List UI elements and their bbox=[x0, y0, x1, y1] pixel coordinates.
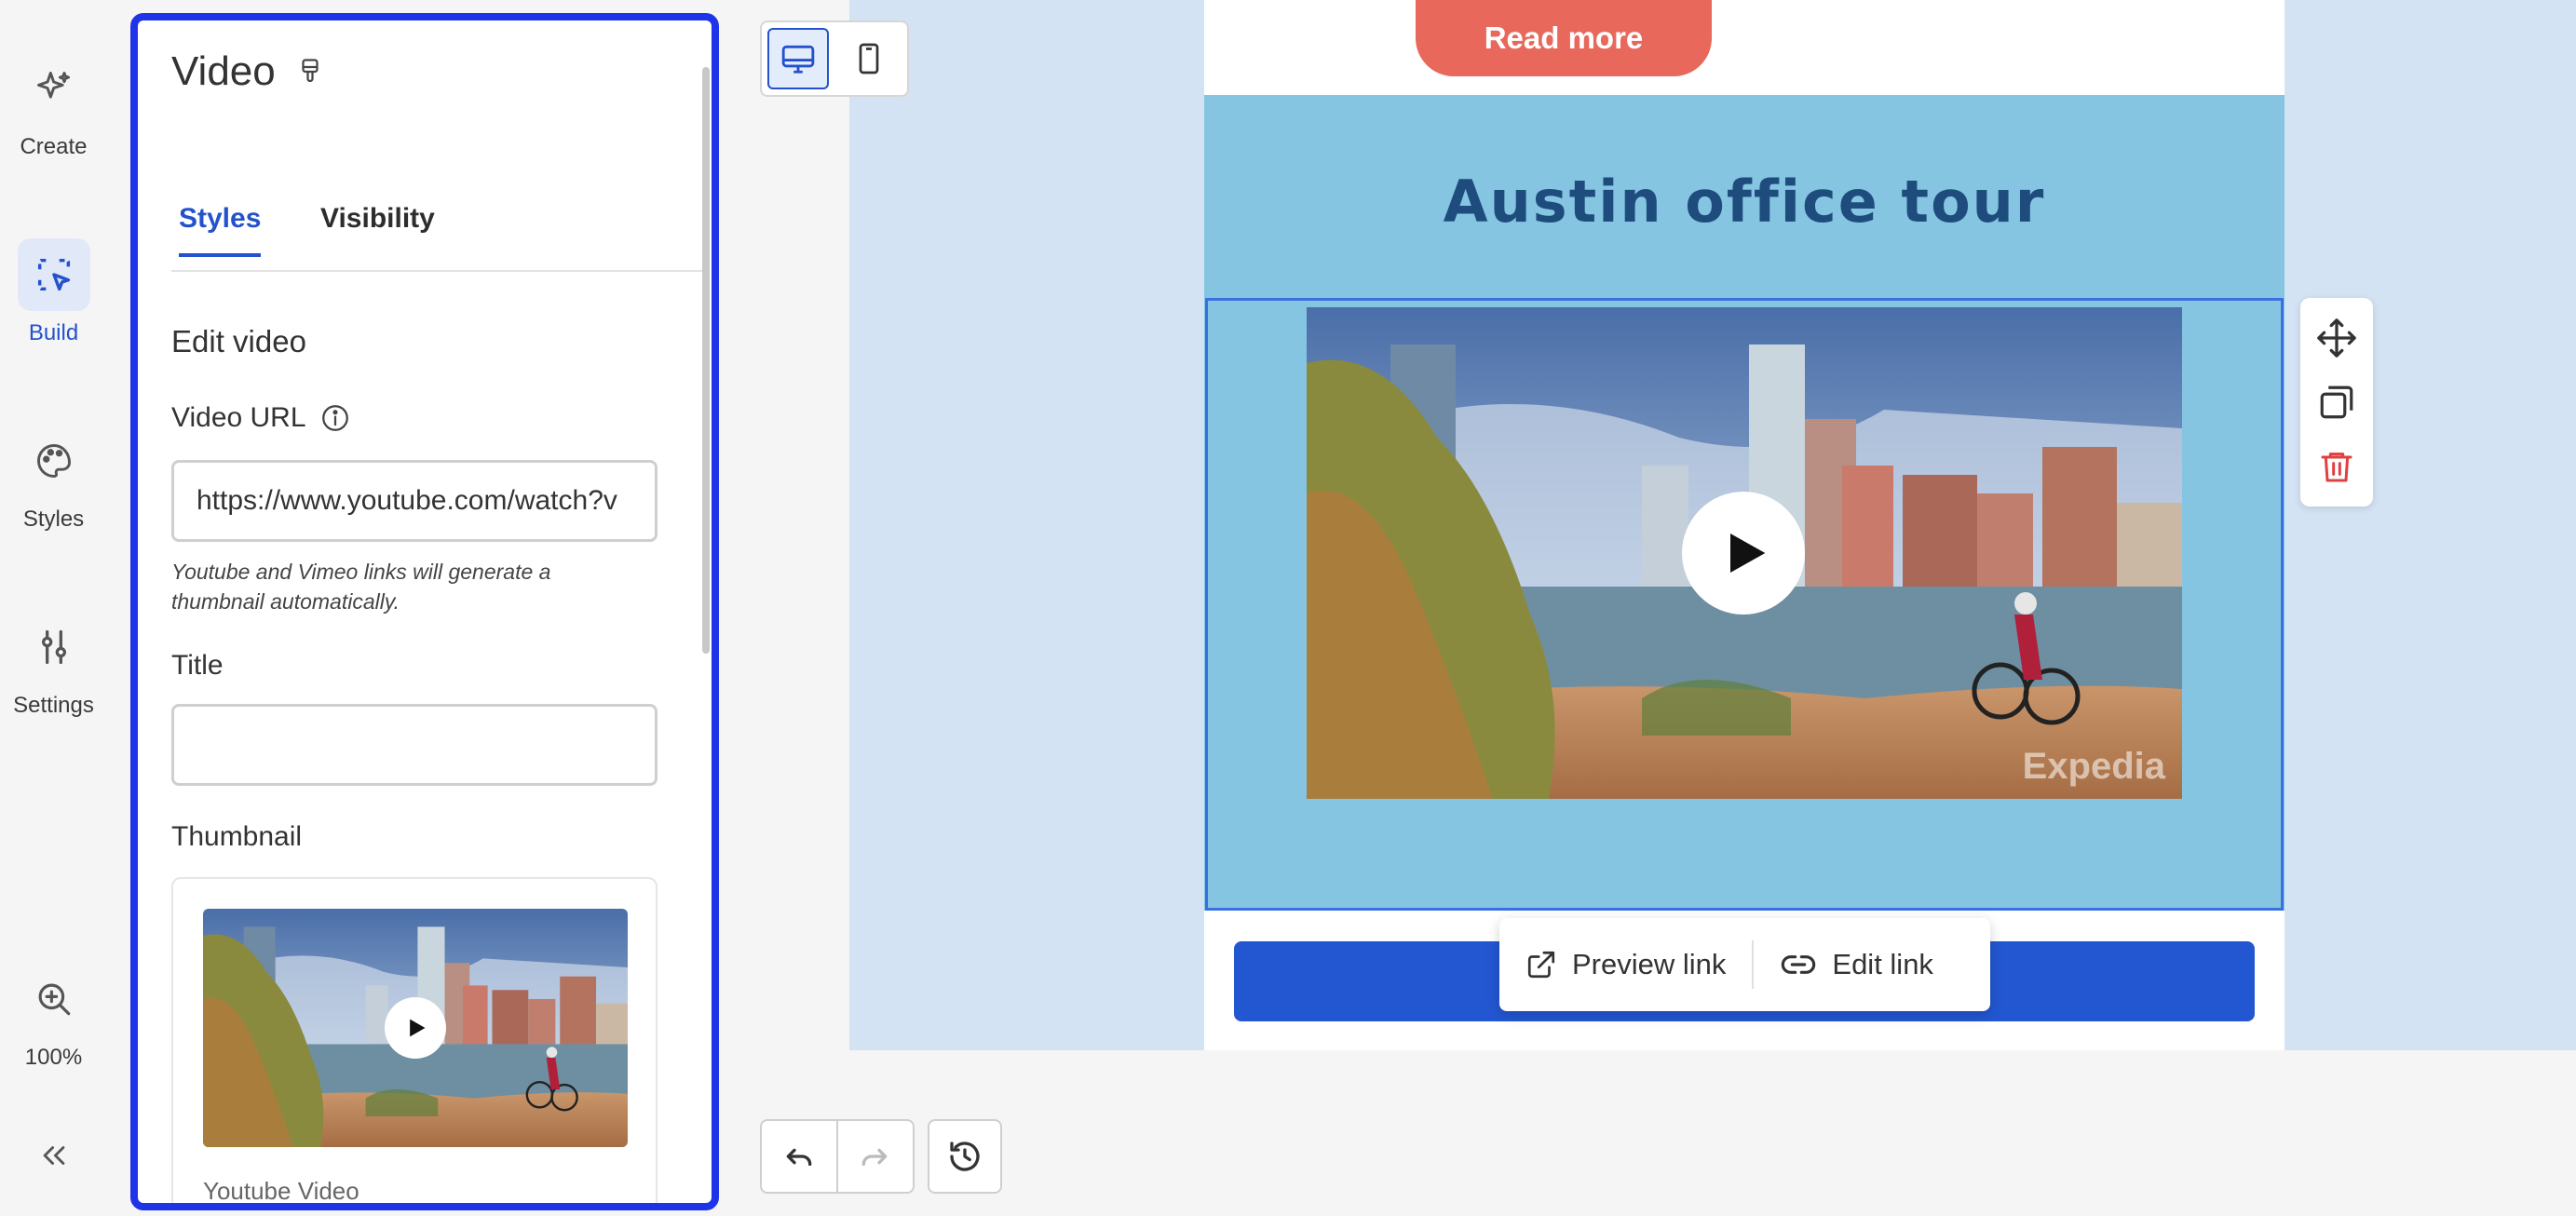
tab-visibility[interactable]: Visibility bbox=[320, 203, 435, 253]
mobile-view-button[interactable] bbox=[838, 28, 900, 89]
section-title: Edit video bbox=[171, 324, 306, 358]
video-url-label: Video URL bbox=[171, 402, 306, 433]
undo-redo-group bbox=[760, 1119, 915, 1194]
panel-header: Video bbox=[171, 48, 322, 95]
sliders-icon bbox=[18, 611, 90, 683]
link-popup: Preview link Edit link bbox=[1499, 918, 1990, 1011]
delete-icon[interactable] bbox=[2311, 440, 2363, 493]
undo-icon bbox=[780, 1138, 818, 1175]
rail-build[interactable]: Build bbox=[0, 238, 107, 346]
panel-tabs: Styles Visibility bbox=[171, 203, 706, 272]
rail-build-label: Build bbox=[28, 320, 79, 345]
left-rail: Create Build Styles Settings 100% bbox=[0, 0, 130, 1216]
video-url-label-row: Video URL bbox=[171, 402, 351, 434]
panel-scrollbar[interactable] bbox=[702, 67, 710, 654]
thumbnail-caption: Youtube Video bbox=[203, 1177, 359, 1205]
select-cursor-icon bbox=[17, 238, 90, 311]
video-url-input[interactable]: https://www.youtube.com/watch?v bbox=[171, 460, 658, 542]
rail-create-label: Create bbox=[20, 134, 88, 159]
redo-icon bbox=[856, 1138, 893, 1175]
rail-zoom[interactable]: 100% bbox=[0, 963, 107, 1071]
video-properties-panel: Video Styles Visibility Edit video Video… bbox=[130, 13, 719, 1210]
block-tools bbox=[2300, 298, 2373, 507]
rail-settings[interactable]: Settings bbox=[0, 611, 107, 719]
edit-link-label: Edit link bbox=[1832, 948, 1933, 980]
zoom-in-icon bbox=[18, 963, 90, 1035]
edit-link-button[interactable]: Edit link bbox=[1754, 918, 1959, 1011]
undo-button[interactable] bbox=[762, 1121, 836, 1192]
brush-icon[interactable] bbox=[298, 58, 322, 86]
history-icon bbox=[945, 1137, 984, 1176]
thumbnail-card[interactable]: Youtube Video bbox=[171, 877, 658, 1205]
rail-settings-label: Settings bbox=[13, 693, 94, 718]
video-url-hint: Youtube and Vimeo links will generate a … bbox=[171, 560, 551, 614]
desktop-view-button[interactable] bbox=[767, 28, 829, 89]
thumbnail-play-icon[interactable] bbox=[385, 997, 446, 1059]
palette-icon bbox=[18, 425, 90, 497]
video-heading[interactable]: Austin office tour bbox=[1204, 168, 2285, 236]
tab-styles[interactable]: Styles bbox=[179, 203, 262, 257]
info-icon[interactable] bbox=[319, 402, 351, 434]
preview-link-button[interactable]: Preview link bbox=[1499, 918, 1752, 1011]
history-button[interactable] bbox=[929, 1121, 1000, 1192]
mobile-icon bbox=[852, 42, 886, 75]
panel-title: Video bbox=[171, 48, 276, 94]
duplicate-icon[interactable] bbox=[2311, 376, 2363, 428]
double-chevron-left-icon bbox=[18, 1119, 90, 1192]
desktop-icon bbox=[780, 41, 816, 76]
title-label: Title bbox=[171, 650, 224, 681]
external-link-icon bbox=[1525, 949, 1557, 980]
thumbnail-image[interactable] bbox=[203, 909, 628, 1147]
title-input[interactable] bbox=[171, 704, 658, 786]
redo-button[interactable] bbox=[836, 1121, 911, 1192]
read-more-button[interactable]: Read more bbox=[1416, 0, 1712, 76]
sparkle-icon bbox=[18, 52, 90, 125]
device-toggle bbox=[760, 20, 909, 97]
preview-link-label: Preview link bbox=[1572, 948, 1727, 980]
selected-video-block-outline bbox=[1205, 298, 2284, 911]
link-icon bbox=[1780, 946, 1817, 983]
history-group bbox=[928, 1119, 1002, 1194]
collapse-rail-button[interactable] bbox=[0, 1119, 107, 1192]
move-icon[interactable] bbox=[2311, 312, 2363, 364]
rail-create[interactable]: Create bbox=[0, 52, 107, 160]
rail-styles-label: Styles bbox=[22, 507, 85, 532]
thumbnail-label: Thumbnail bbox=[171, 821, 303, 852]
rail-styles[interactable]: Styles bbox=[0, 425, 107, 533]
zoom-level: 100% bbox=[24, 1045, 83, 1070]
